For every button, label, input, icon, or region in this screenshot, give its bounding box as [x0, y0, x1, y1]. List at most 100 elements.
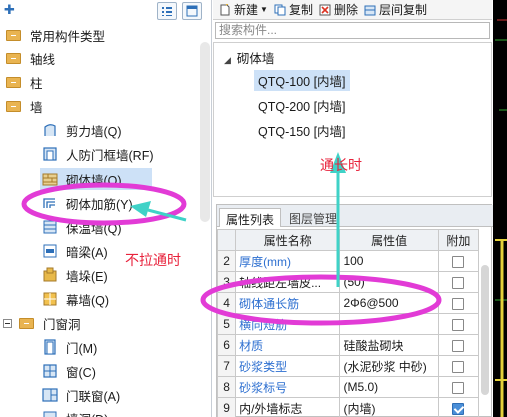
name-column-header: 属性名称: [235, 229, 341, 251]
tree-item-label: 暗梁(A): [66, 245, 108, 260]
checkbox[interactable]: [452, 276, 465, 289]
property-value[interactable]: (50): [339, 271, 439, 293]
tab-layer-management[interactable]: 图层管理: [283, 208, 343, 227]
left-toolbar: ✚: [0, 0, 211, 22]
tree-item-openings[interactable]: 门窗洞: [3, 312, 81, 334]
property-value[interactable]: (水泥砂浆 中砂): [339, 355, 439, 377]
tree-item-wall[interactable]: 墙: [6, 95, 43, 117]
property-row[interactable]: 7 砂浆类型 (水泥砂浆 中砂): [216, 355, 480, 377]
property-value[interactable]: [339, 313, 439, 335]
tab-property-list[interactable]: 属性列表: [219, 208, 282, 227]
component-group[interactable]: ◢ 砌体墙: [224, 48, 274, 67]
property-row[interactable]: 6 材质 硅酸盐砌块: [216, 334, 480, 356]
tree-item-label: 剪力墙(Q): [66, 124, 122, 139]
tree-item-wall-pier[interactable]: 墙垛(E): [42, 264, 108, 286]
tree-item-civil-defense-wall[interactable]: 人防门框墙(RF): [42, 143, 154, 165]
property-value[interactable]: 100: [339, 250, 439, 272]
tree-item-common[interactable]: 常用构件类型: [6, 24, 105, 46]
extra-checkbox-cell[interactable]: [437, 334, 480, 356]
checkbox[interactable]: [452, 318, 465, 331]
component-item-selected[interactable]: QTQ-100 [内墙]: [254, 70, 350, 91]
tree-item-label: 砌体墙(Q): [66, 173, 122, 188]
tree-item-insulation-wall[interactable]: 保温墙(Q): [42, 216, 122, 238]
list-view-button[interactable]: [157, 2, 177, 20]
property-row[interactable]: 2 厚度(mm) 100: [216, 250, 480, 272]
extra-checkbox-cell[interactable]: [437, 271, 480, 293]
delete-button[interactable]: 删除: [319, 1, 358, 18]
drawing-canvas[interactable]: [493, 0, 507, 417]
tree-item-shear-wall[interactable]: 剪力墙(Q): [42, 119, 122, 141]
delete-label: 删除: [333, 3, 358, 17]
checkbox[interactable]: [452, 339, 465, 352]
tree-item-hidden-beam[interactable]: 暗梁(A): [42, 240, 108, 262]
tree-item-door[interactable]: 门(M): [42, 336, 97, 358]
window-icon: [42, 363, 58, 379]
folder-icon: [6, 29, 21, 41]
checkbox[interactable]: [452, 297, 465, 310]
add-icon[interactable]: ✚: [4, 2, 15, 18]
property-row[interactable]: 9 内/外墙标志 (内墙): [216, 397, 480, 417]
property-value[interactable]: (M5.0): [339, 376, 439, 398]
tree-item-label: 人防门框墙(RF): [66, 148, 154, 163]
search-input[interactable]: 搜索构件...: [215, 22, 490, 39]
wall-hole-icon: [42, 410, 58, 417]
tree-item-label: 门联窗(A): [66, 389, 121, 404]
component-type-panel: ✚ 常用构件类型 轴线 柱 墙 剪力墙(Q) 人防门框墙(RF) 砌体墙(Q) …: [0, 0, 212, 417]
dropdown-arrow-icon[interactable]: ▼: [260, 5, 268, 14]
extra-checkbox-cell[interactable]: [437, 355, 480, 377]
expanded-triangle-icon[interactable]: ◢: [224, 55, 231, 65]
annotation-through: 通长时: [320, 157, 362, 173]
component-item[interactable]: QTQ-200 [内墙]: [258, 96, 346, 115]
extra-checkbox-cell[interactable]: [437, 292, 480, 314]
shear-wall-icon: [42, 122, 58, 138]
tree-item-window[interactable]: 窗(C): [42, 360, 96, 382]
property-value[interactable]: 2Φ6@500: [339, 292, 439, 314]
collapse-icon[interactable]: [3, 318, 12, 328]
folder-icon: [6, 52, 21, 64]
property-value[interactable]: 硅酸盐砌块: [339, 334, 439, 356]
copy-button[interactable]: 复制: [274, 1, 313, 18]
extra-checkbox-cell[interactable]: [437, 397, 480, 417]
new-button[interactable]: 新建 ▼: [219, 1, 268, 18]
floor-copy-button[interactable]: 层间复制: [364, 1, 427, 18]
property-name: 轴线距左墙皮...: [235, 271, 341, 293]
tree-item-wall-hole[interactable]: 墙洞(D): [42, 407, 108, 417]
component-item-label: QTQ-150 [内墙]: [258, 125, 346, 139]
tree-item-label: 门(M): [66, 341, 98, 356]
extra-checkbox-cell[interactable]: [437, 250, 480, 272]
checkbox[interactable]: [452, 402, 465, 415]
left-scrollbar[interactable]: [200, 42, 210, 222]
checkbox[interactable]: [452, 381, 465, 394]
extra-checkbox-cell[interactable]: [437, 376, 480, 398]
checkbox[interactable]: [452, 360, 465, 373]
tree-item-column[interactable]: 柱: [6, 71, 43, 93]
tree-item-masonry-rebar[interactable]: 砌体加筋(Y): [42, 192, 133, 214]
property-row[interactable]: 3 轴线距左墙皮... (50): [216, 271, 480, 293]
delete-icon: [319, 4, 331, 15]
component-item-label: QTQ-200 [内墙]: [258, 100, 346, 114]
property-scrollbar[interactable]: [481, 265, 489, 395]
property-value[interactable]: (内墙): [339, 397, 439, 417]
detail-view-button[interactable]: [182, 2, 202, 20]
property-name: 内/外墙标志: [235, 397, 341, 417]
component-toolbar: 新建 ▼ 复制 删除 层间复制: [213, 0, 492, 20]
property-row[interactable]: 5 横向短筋: [216, 313, 480, 335]
tree-item-label: 门窗洞: [43, 317, 81, 332]
property-row[interactable]: 8 砂浆标号 (M5.0): [216, 376, 480, 398]
extra-checkbox-cell[interactable]: [437, 313, 480, 335]
folder-open-icon: [6, 100, 21, 112]
tree-item-label: 墙: [30, 100, 43, 115]
property-row[interactable]: 4 砌体通长筋 2Φ6@500: [216, 292, 480, 314]
tree-item-label: 保温墙(Q): [66, 221, 122, 236]
component-item[interactable]: QTQ-150 [内墙]: [258, 121, 346, 140]
tree-item-door-window[interactable]: 门联窗(A): [42, 384, 120, 406]
property-name: 砂浆标号: [235, 376, 341, 398]
table-header-row: 属性名称 属性值 附加: [216, 229, 480, 251]
checkbox[interactable]: [452, 255, 465, 268]
hidden-beam-icon: [42, 243, 58, 259]
tree-item-curtain-wall[interactable]: 幕墙(Q): [42, 288, 109, 310]
tree-item-axis[interactable]: 轴线: [6, 47, 55, 69]
floor-copy-icon: [364, 5, 376, 15]
value-column-header: 属性值: [339, 229, 439, 251]
tree-item-masonry-wall[interactable]: 砌体墙(Q): [40, 168, 152, 190]
